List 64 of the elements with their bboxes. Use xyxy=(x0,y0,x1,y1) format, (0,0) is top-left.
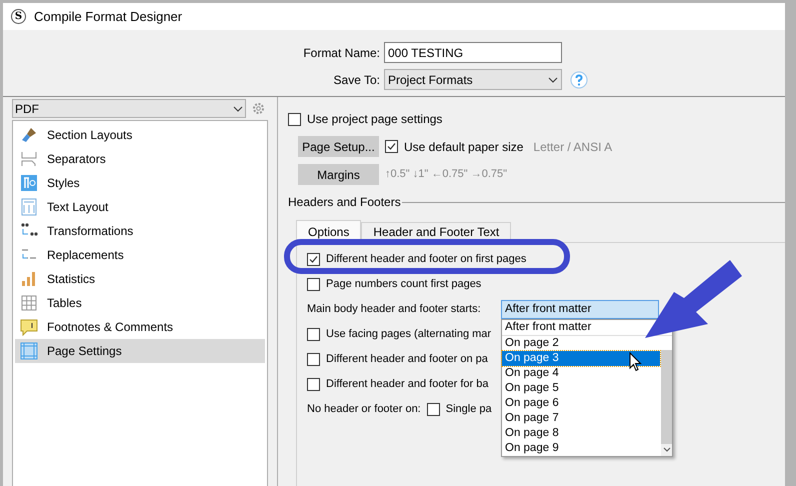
dropdown-option[interactable]: On page 9 xyxy=(502,441,562,456)
checkbox-label: Use project page settings xyxy=(307,111,442,128)
dropdown-option[interactable]: On page 4 xyxy=(502,366,562,381)
checkbox[interactable] xyxy=(307,252,320,266)
checkbox[interactable] xyxy=(307,378,320,390)
scrollbar[interactable] xyxy=(661,350,672,456)
checkbox-label: Different header and footer for ba xyxy=(326,376,488,392)
cursor-icon xyxy=(629,352,642,372)
chevron-down-icon[interactable] xyxy=(233,106,243,112)
field-label: Main body header and footer starts: xyxy=(307,302,481,317)
sidebar-item[interactable]: Transformations xyxy=(15,219,265,243)
dropdown-option[interactable]: On page 2 xyxy=(502,336,562,351)
brush-icon xyxy=(20,126,38,144)
paper-size-text: Letter / ANSI A xyxy=(533,138,612,156)
checkbox[interactable] xyxy=(307,328,320,340)
sidebar-item[interactable]: Section Layouts xyxy=(15,123,265,147)
window-title: Compile Format Designer xyxy=(34,8,182,26)
separator-icon xyxy=(20,150,38,168)
checkbox-label: Different header and footer on pa xyxy=(326,352,488,367)
page-icon xyxy=(20,342,38,360)
bar-chart-icon xyxy=(20,270,38,288)
layout-icon xyxy=(20,198,38,216)
chevron-down-icon[interactable] xyxy=(548,76,558,82)
paragraph-icon xyxy=(20,174,38,192)
checkbox-label: Single pa xyxy=(446,402,492,417)
sidebar-item[interactable]: Page Settings xyxy=(15,339,265,363)
checkbox-label: Page numbers count first pages xyxy=(326,276,482,292)
dropdown-option[interactable]: On page 5 xyxy=(502,381,562,396)
dropdown-option[interactable]: On page 8 xyxy=(502,426,562,441)
dropdown-option[interactable]: On page 3 xyxy=(502,351,660,366)
field-label: Format Name: xyxy=(302,44,380,62)
margins-button[interactable]: Margins xyxy=(298,164,379,185)
sidebar-item[interactable]: Separators xyxy=(15,147,265,171)
header-start-dropdown[interactable]: After front matter xyxy=(501,300,659,319)
sidebar-item[interactable]: Footnotes & Comments xyxy=(15,315,265,339)
comment-icon xyxy=(20,318,38,336)
table-icon xyxy=(20,294,38,312)
margins-text: ↑0.5" ↓1" ←0.75" →0.75" xyxy=(385,167,508,182)
app-logo: S xyxy=(11,9,26,24)
save-to-dropdown[interactable]: Project Formats xyxy=(384,69,562,90)
dropdown-option[interactable]: On page 7 xyxy=(502,411,562,426)
page-setup-button[interactable]: Page Setup... xyxy=(298,136,379,157)
section-heading: Headers and Footers xyxy=(288,194,401,211)
sidebar-item[interactable]: Statistics xyxy=(15,267,265,291)
format-name-field[interactable]: 000 TESTING xyxy=(384,42,562,63)
format-dropdown[interactable]: PDF xyxy=(12,99,246,118)
sidebar-item[interactable]: Styles xyxy=(15,171,265,195)
checkbox-label: Different header and footer on first pages xyxy=(326,252,526,267)
field-label: Save To: xyxy=(332,72,380,88)
sidebar-item[interactable]: Replacements xyxy=(15,243,265,267)
checkbox-label: Use facing pages (alternating mar xyxy=(326,326,492,342)
sidebar-item[interactable]: Tables xyxy=(15,291,265,315)
checkbox[interactable] xyxy=(307,278,320,290)
field-label: No header or footer on: xyxy=(307,402,421,417)
checkbox[interactable] xyxy=(426,402,440,416)
checkbox[interactable] xyxy=(288,112,301,126)
checkbox[interactable] xyxy=(385,140,398,153)
sidebar-item[interactable]: Text Layout xyxy=(15,195,265,219)
checkbox[interactable] xyxy=(307,352,320,366)
chevron-down-icon[interactable] xyxy=(662,447,670,453)
dropdown-option[interactable]: On page 6 xyxy=(502,396,562,411)
checkbox-label: Use default paper size xyxy=(404,138,524,156)
dropdown-option[interactable]: After front matter xyxy=(502,320,594,335)
help-icon[interactable] xyxy=(570,70,588,88)
